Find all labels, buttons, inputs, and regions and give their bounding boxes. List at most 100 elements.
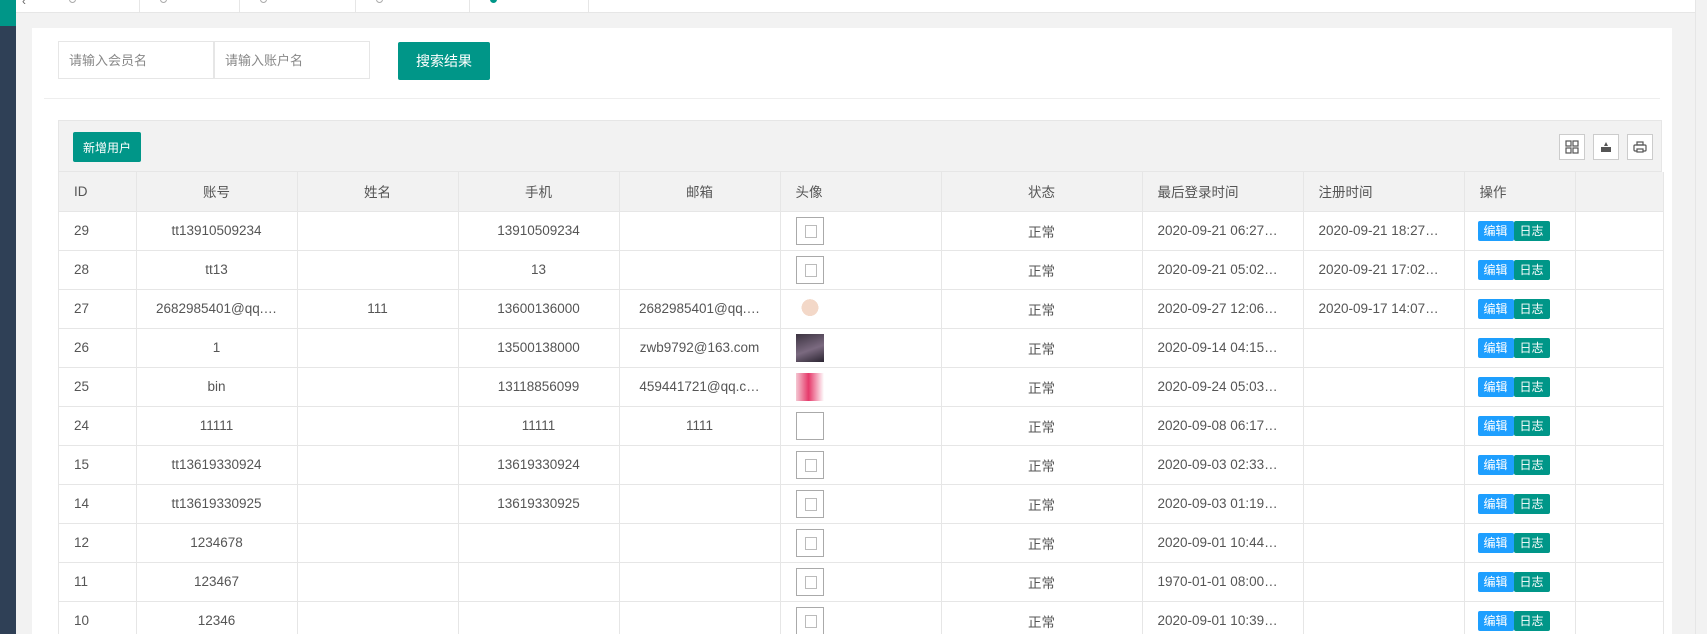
account-name-input[interactable] — [214, 41, 370, 79]
cell-ops: 编辑 日志 — [1464, 484, 1576, 524]
avatar[interactable] — [795, 411, 824, 440]
cell-last-login: 2020-09-27 12:06… — [1142, 289, 1304, 329]
cell-last-login: 2020-09-21 05:02… — [1142, 250, 1304, 290]
log-button[interactable]: 日志 — [1513, 220, 1550, 241]
edit-button[interactable]: 编辑 — [1477, 415, 1514, 436]
log-button[interactable]: 日志 — [1513, 376, 1550, 397]
log-button[interactable]: 日志 — [1513, 532, 1550, 553]
cell-avatar — [780, 289, 942, 329]
avatar[interactable] — [795, 489, 824, 518]
col-register-header[interactable]: 注册时间 — [1303, 172, 1465, 212]
cell-id: 27 — [59, 289, 137, 329]
cell-id: 29 — [59, 211, 137, 251]
cell-status: 正常 — [941, 445, 1143, 485]
columns-icon[interactable] — [1559, 134, 1585, 160]
table-row[interactable]: 24 11111 11111 1111 正常 2020-09-08 06:17… 编辑 日志 — [59, 406, 1664, 446]
page-tab-1[interactable]: × — [49, 0, 140, 12]
cell-filler — [1575, 484, 1664, 524]
log-button[interactable]: 日志 — [1513, 571, 1550, 592]
log-button[interactable]: 日志 — [1513, 493, 1550, 514]
log-button[interactable]: 日志 — [1513, 259, 1550, 280]
avatar[interactable] — [795, 606, 824, 634]
table-row[interactable]: 10 12346 正常 2020-09-01 10:39… 编辑 日志 — [59, 601, 1664, 634]
cell-avatar — [780, 367, 942, 407]
avatar[interactable] — [795, 372, 824, 401]
cell-ops: 编辑 日志 — [1464, 445, 1576, 485]
avatar[interactable] — [795, 255, 824, 284]
edit-button[interactable]: 编辑 — [1477, 259, 1514, 280]
avatar[interactable] — [795, 216, 824, 245]
edit-button[interactable]: 编辑 — [1477, 376, 1514, 397]
cell-ops: 编辑 日志 — [1464, 250, 1576, 290]
edit-button[interactable]: 编辑 — [1477, 454, 1514, 475]
cell-phone — [458, 523, 620, 563]
page-tab-2[interactable]: × — [140, 0, 240, 12]
tab-close-icon[interactable]: × — [568, 0, 574, 4]
cell-ops: 编辑 日志 — [1464, 289, 1576, 329]
log-button[interactable]: 日志 — [1513, 454, 1550, 475]
user-table: ID 账号 姓名 手机 邮箱 头像 状态 最后登录时间 注册时间 操作 29 tt… — [59, 172, 1664, 634]
table-row[interactable]: 27 2682985401@qq.… 111 13600136000 268298540… — [59, 289, 1664, 329]
export-icon[interactable] — [1593, 134, 1619, 160]
page-tab-5[interactable]: × — [470, 0, 589, 12]
tab-close-icon[interactable]: × — [219, 0, 225, 4]
col-avatar-header[interactable]: 头像 — [780, 172, 942, 212]
cell-name — [297, 211, 459, 251]
cell-account: 1234678 — [136, 523, 298, 563]
log-button[interactable]: 日志 — [1513, 415, 1550, 436]
edit-button[interactable]: 编辑 — [1477, 298, 1514, 319]
edit-button[interactable]: 编辑 — [1477, 220, 1514, 241]
log-button[interactable]: 日志 — [1513, 298, 1550, 319]
cell-phone: 13600136000 — [458, 289, 620, 329]
table-row[interactable]: 11 123467 正常 1970-01-01 08:00… 编辑 日志 — [59, 562, 1664, 602]
table-row[interactable]: 25 bin 13118856099 459441721@qq.c… 正常 2020-09… — [59, 367, 1664, 407]
col-email-header[interactable]: 邮箱 — [619, 172, 781, 212]
cell-phone: 11111 — [458, 406, 620, 446]
side-nav-strip — [0, 0, 16, 634]
edit-button[interactable]: 编辑 — [1477, 610, 1514, 631]
page-tab-4[interactable]: × — [356, 0, 470, 12]
cell-register — [1303, 328, 1465, 368]
member-name-input[interactable] — [58, 41, 214, 79]
table-row[interactable]: 12 1234678 正常 2020-09-01 10:44… 编辑 日志 — [59, 523, 1664, 563]
edit-button[interactable]: 编辑 — [1477, 337, 1514, 358]
col-status-header[interactable]: 状态 — [941, 172, 1143, 212]
avatar[interactable] — [795, 294, 824, 323]
cell-filler — [1575, 562, 1664, 602]
col-name-header[interactable]: 姓名 — [297, 172, 459, 212]
table-row[interactable]: 15 tt13619330924 13619330924 正常 2020-09-03 0… — [59, 445, 1664, 485]
tab-close-icon[interactable]: × — [335, 0, 341, 4]
cell-account: tt13619330925 — [136, 484, 298, 524]
search-button[interactable]: 搜索结果 — [398, 42, 490, 80]
cell-id: 14 — [59, 484, 137, 524]
avatar[interactable] — [795, 333, 824, 362]
edit-button[interactable]: 编辑 — [1477, 532, 1514, 553]
log-button[interactable]: 日志 — [1513, 337, 1550, 358]
cell-name — [297, 367, 459, 407]
avatar[interactable] — [795, 450, 824, 479]
col-last-login-header[interactable]: 最后登录时间 — [1142, 172, 1304, 212]
table-row[interactable]: 29 tt13910509234 13910509234 正常 2020-09-21 0… — [59, 211, 1664, 251]
table-row[interactable]: 14 tt13619330925 13619330925 正常 2020-09-03 0… — [59, 484, 1664, 524]
log-button[interactable]: 日志 — [1513, 610, 1550, 631]
page-tab-bar: ‹ × × × × × — [16, 0, 1695, 13]
tab-close-icon[interactable]: × — [119, 0, 125, 4]
add-user-button[interactable]: 新增用户 — [73, 132, 142, 162]
cell-last-login: 2020-09-14 04:15… — [1142, 328, 1304, 368]
divider — [44, 98, 1660, 99]
col-account-header[interactable]: 账号 — [136, 172, 298, 212]
page-tab-3[interactable]: × — [240, 0, 356, 12]
col-id-header[interactable]: ID — [59, 172, 137, 212]
table-row[interactable]: 26 1 13500138000 zwb9792@163.com 正常 2020-09-1… — [59, 328, 1664, 368]
avatar[interactable] — [795, 567, 824, 596]
avatar[interactable] — [795, 528, 824, 557]
tab-scroll-left-icon[interactable]: ‹ — [22, 0, 26, 8]
tab-close-icon[interactable]: × — [449, 0, 455, 4]
cell-email — [619, 523, 781, 563]
edit-button[interactable]: 编辑 — [1477, 493, 1514, 514]
print-icon[interactable] — [1627, 134, 1653, 160]
cell-last-login: 2020-09-08 06:17… — [1142, 406, 1304, 446]
col-phone-header[interactable]: 手机 — [458, 172, 620, 212]
table-row[interactable]: 28 tt13 13 正常 2020-09-21 05:02… 2020-09-21 17… — [59, 250, 1664, 290]
edit-button[interactable]: 编辑 — [1477, 571, 1514, 592]
